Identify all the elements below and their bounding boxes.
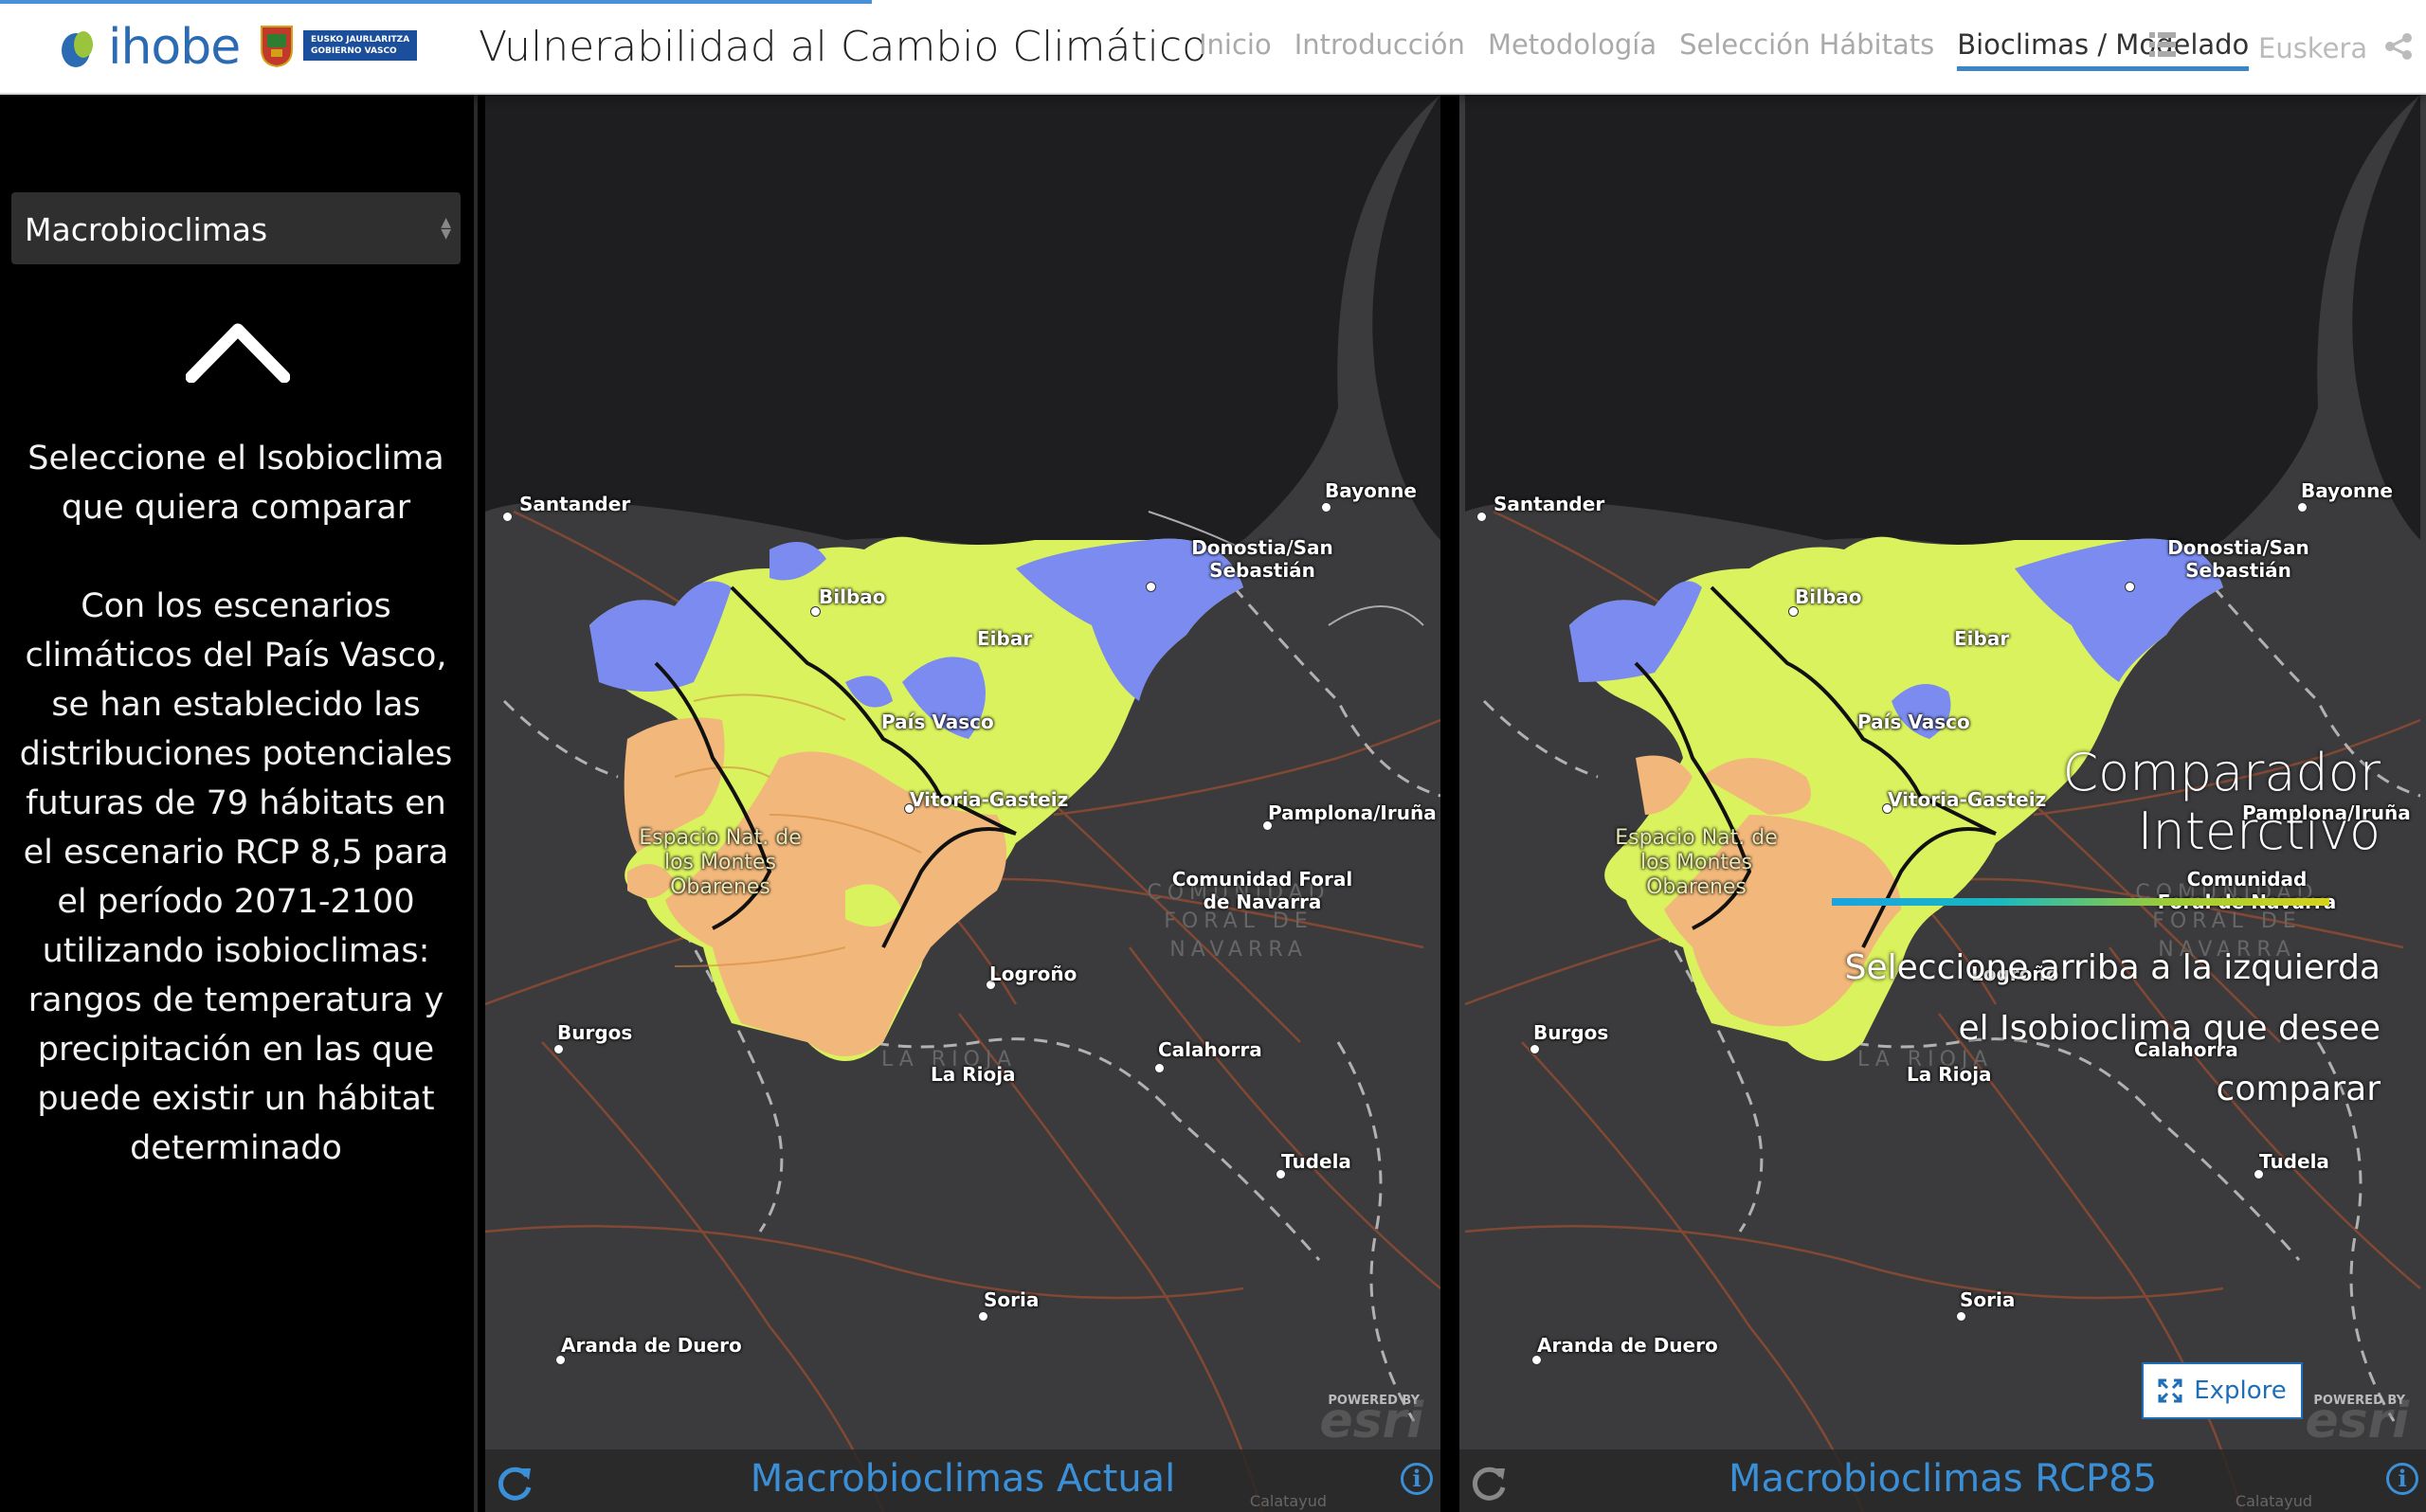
explore-label: Explore	[2194, 1377, 2287, 1405]
comparador-sub-line-1: Seleccione arriba a la izquierda	[1844, 948, 2381, 987]
city-dot	[1476, 512, 1487, 522]
label-calahorra: Calahorra	[1158, 1038, 1262, 1061]
select-arrows-icon: ▲ ▼	[441, 215, 451, 242]
label-eibar: Eibar	[977, 627, 1033, 650]
nav-introduccion[interactable]: Introducción	[1294, 28, 1465, 71]
label-navarra: Comunidad Foral de Navarra	[1171, 868, 1353, 913]
comparador-title-line-2: Interctivo	[2137, 801, 2381, 861]
label-bayonne: Bayonne	[1325, 479, 1417, 502]
gov-line-1: EUSKO JAURLARITZA	[311, 35, 410, 45]
label-calatayud: Calatayud	[2235, 1492, 2312, 1510]
city-dot	[1530, 1044, 1540, 1054]
label-tudela: Tudela	[1281, 1150, 1351, 1173]
label-soria: Soria	[1960, 1288, 2016, 1311]
ihobe-leaf-icon	[62, 31, 93, 67]
label-pais-vasco: País Vasco	[1857, 711, 1970, 733]
comparador-sub-line-3: comparar	[2216, 1070, 2381, 1108]
gradient-divider	[1832, 898, 2329, 906]
city-dot	[1154, 1063, 1165, 1073]
expand-icon	[2158, 1378, 2182, 1403]
loading-progress-bar	[0, 0, 872, 4]
nav-bioclimas-modelado[interactable]: Bioclimas / Modelado	[1957, 28, 2250, 71]
logo-text: ihobe	[108, 19, 241, 76]
description-text: Con los escenarios climáticos del País V…	[19, 587, 453, 1167]
label-bilbao: Bilbao	[1795, 585, 1862, 608]
info-icon[interactable]: i	[1401, 1463, 1433, 1495]
label-donostia: Donostia/San Sebastián	[2167, 536, 2309, 582]
info-icon[interactable]: i	[2386, 1463, 2418, 1495]
label-burgos: Burgos	[557, 1021, 633, 1044]
select-value: Macrobioclimas	[25, 211, 268, 248]
map-left[interactable]: Santander Bayonne Donostia/San Sebastián…	[485, 95, 1440, 1512]
city-dot	[502, 512, 513, 522]
city-dot	[1956, 1311, 1966, 1322]
label-tudela: Tudela	[2259, 1150, 2329, 1173]
city-dot	[553, 1044, 564, 1054]
esri-logo: esri	[2305, 1393, 2409, 1449]
ihobe-logo[interactable]: ihobe	[59, 19, 241, 76]
main-nav: Inicio Introducción Metodología Selecció…	[1199, 28, 2272, 71]
label-bilbao: Bilbao	[819, 585, 886, 608]
instruction-text: Seleccione el Isobioclima que quiera com…	[27, 440, 444, 527]
label-aranda: Aranda de Duero	[561, 1334, 742, 1357]
label-burgos: Burgos	[1533, 1021, 1609, 1044]
label-la-rioja: La Rioja	[931, 1063, 1016, 1086]
nav-seleccion-habitats[interactable]: Selección Hábitats	[1679, 28, 1934, 71]
sidebar: Macrobioclimas ▲ ▼ Seleccione el Isobiocl…	[0, 95, 478, 1512]
label-vitoria: Vitoria-Gasteiz	[1888, 788, 2047, 811]
city-dot	[1146, 582, 1156, 592]
label-eibar: Eibar	[1954, 627, 2010, 650]
page-title: Vulnerabilidad al Cambio Climático	[479, 23, 1208, 71]
city-dot	[1321, 502, 1331, 513]
nav-inicio[interactable]: Inicio	[1199, 28, 1272, 71]
explore-button[interactable]: Explore	[2142, 1362, 2303, 1419]
chevron-up-icon[interactable]	[186, 322, 290, 383]
list-icon[interactable]	[2149, 32, 2176, 57]
label-aranda: Aranda de Duero	[1537, 1334, 1718, 1357]
label-logrono: Logroño	[989, 963, 1077, 985]
gobierno-vasco-logo: EUSKO JAURLARITZA GOBIERNO VASCO	[258, 23, 418, 68]
comparador-title: Comparador Interctivo	[2062, 744, 2381, 861]
comparador-title-line-1: Comparador	[2062, 743, 2381, 802]
label-soria: Soria	[984, 1288, 1040, 1311]
label-vitoria: Vitoria-Gasteiz	[910, 788, 1069, 811]
label-espacio-natural: Espacio Nat. de los Montes Obarenes	[639, 826, 802, 899]
map-caption-bar: Macrobioclimas RCP85 Calatayud i	[1459, 1449, 2426, 1512]
city-dot	[978, 1311, 988, 1322]
nav-metodologia[interactable]: Metodología	[1488, 28, 1657, 71]
gov-line-2: GOBIERNO VASCO	[311, 46, 397, 56]
comparador-subtitle: Seleccione arriba a la izquierda el Isob…	[1845, 938, 2381, 1120]
label-espacio-natural: Espacio Nat. de los Montes Obarenes	[1615, 826, 1778, 899]
label-santander: Santander	[1494, 493, 1605, 515]
map-caption-bar: Macrobioclimas Actual Calatayud i	[485, 1449, 1440, 1512]
share-icon[interactable]	[2384, 32, 2413, 61]
coat-of-arms-icon	[261, 26, 293, 68]
label-calatayud: Calatayud	[1249, 1492, 1327, 1510]
label-navarra: Comunidad Foral de Navarra	[2158, 868, 2337, 913]
comparador-sub-line-2: el Isobioclima que desee	[1958, 1009, 2381, 1048]
city-dot	[2125, 582, 2135, 592]
isobioclima-select[interactable]: Macrobioclimas ▲ ▼	[11, 192, 461, 264]
label-pamplona: Pamplona/Iruña	[1268, 801, 1437, 824]
language-link[interactable]: Euskera	[2258, 32, 2367, 64]
city-dot	[2297, 502, 2308, 513]
esri-logo: esri	[1319, 1393, 1423, 1449]
label-donostia: Donostia/San Sebastián	[1191, 536, 1333, 582]
label-pais-vasco: País Vasco	[881, 711, 994, 733]
map-right[interactable]: Santander Bayonne Donostia/San Sebastián…	[1459, 95, 2426, 1512]
label-bayonne: Bayonne	[2301, 479, 2393, 502]
app-header: ihobe EUSKO JAURLARITZA GOBIERNO VASCO V…	[0, 0, 2426, 95]
label-santander: Santander	[519, 493, 631, 515]
